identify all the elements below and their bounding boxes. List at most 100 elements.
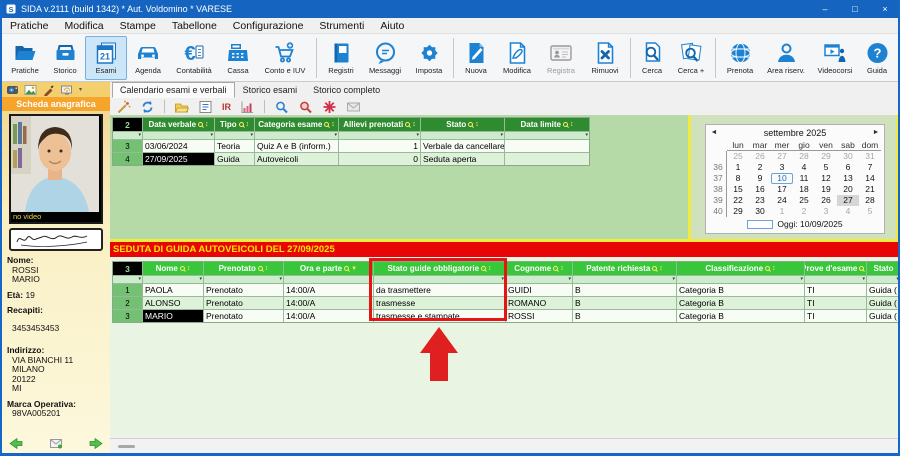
table-cell[interactable]: Teoria — [215, 140, 254, 152]
calendar-day[interactable]: 28 — [793, 151, 815, 162]
table-cell[interactable]: Categoria B — [677, 284, 804, 296]
table-cell[interactable]: 03/06/2024 — [143, 140, 214, 152]
calendar-day[interactable]: 22 — [727, 195, 749, 206]
row-number[interactable]: 4 — [113, 153, 142, 165]
table-cell[interactable]: Prenotato — [204, 284, 283, 296]
table-cell[interactable]: ROMANO — [506, 297, 572, 309]
calendar-day[interactable]: 4 — [793, 162, 815, 173]
calendar-day[interactable]: 9 — [749, 173, 771, 184]
calendar-day[interactable]: 27 — [771, 151, 793, 162]
calendar-day[interactable]: 20 — [837, 184, 859, 195]
toolbar-button-esami[interactable]: 21 Esami — [85, 36, 127, 80]
toolbar-button-modifica[interactable]: Modifica — [495, 36, 539, 80]
row-number[interactable]: 1 — [113, 284, 142, 296]
calendar-day[interactable]: 29 — [815, 151, 837, 162]
tab-storico-completo[interactable]: Storico completo — [305, 82, 388, 98]
table-cell[interactable]: Verbale da cancellare — [421, 140, 504, 152]
search-advanced-icon[interactable] — [298, 100, 313, 114]
table-cell[interactable]: B — [573, 310, 676, 322]
menu-configurazione[interactable]: Configurazione — [225, 20, 312, 32]
ir-report-icon[interactable]: IR — [222, 102, 231, 112]
column-header-classificazione[interactable]: Classificazione↕ — [677, 262, 804, 275]
calendar-day[interactable]: 17 — [771, 184, 793, 195]
calendar-day[interactable]: 5 — [815, 162, 837, 173]
table-cell[interactable]: Seduta aperta — [421, 153, 504, 165]
calendar-day[interactable]: 23 — [749, 195, 771, 206]
table-cell[interactable]: 14:00/A — [284, 297, 373, 309]
table-cell[interactable]: trasmesse e stampate — [374, 310, 505, 322]
row-number[interactable]: 3 — [113, 310, 142, 322]
toolbar-button-imposta[interactable]: Imposta — [408, 36, 450, 80]
filter-cell[interactable]: ▾ — [374, 276, 505, 283]
table-cell[interactable]: TI — [805, 284, 866, 296]
filter-cell[interactable]: ▾ — [805, 276, 866, 283]
table-cell[interactable]: da trasmettere — [374, 284, 505, 296]
toolbar-button-videocorsi[interactable]: Videocorsi — [811, 36, 859, 80]
table-cell[interactable]: B — [573, 284, 676, 296]
table-cell[interactable] — [505, 153, 589, 165]
signature-pen-icon[interactable] — [42, 84, 55, 96]
filter-cell[interactable]: ▾ — [677, 276, 804, 283]
table-cell[interactable]: Guida ( — [867, 284, 900, 296]
column-header-stato[interactable]: Stato↕ — [421, 118, 504, 131]
menu-stampe[interactable]: Stampe — [112, 20, 164, 32]
column-header-data-limite[interactable]: Data limite↕ — [505, 118, 589, 131]
calendar-day[interactable]: 6 — [837, 162, 859, 173]
column-header-allievi-prenotati[interactable]: Allievi prenotati↕ — [339, 118, 420, 131]
toolbar-button-area-riservata[interactable]: Area riserv. — [761, 36, 811, 80]
calendar-day[interactable]: 21 — [859, 184, 881, 195]
filter-cell[interactable]: ▾ — [204, 276, 283, 283]
filter-cell[interactable]: ▾ — [867, 276, 900, 283]
calendar-day[interactable]: 30 — [749, 206, 771, 217]
calendar-day[interactable]: 28 — [859, 195, 881, 206]
previous-month-arrow-icon[interactable]: ◄ — [708, 125, 720, 141]
selected-table-cell[interactable]: 27/09/2025 — [143, 153, 214, 165]
menu-aiuto[interactable]: Aiuto — [372, 20, 412, 32]
table-cell[interactable]: TI — [805, 297, 866, 309]
filter-cell[interactable]: ▾ — [143, 276, 203, 283]
filter-cell[interactable]: ▾ — [505, 132, 589, 139]
table-cell[interactable]: ALONSO — [143, 297, 203, 309]
table-cell[interactable]: trasmesse — [374, 297, 505, 309]
toolbar-button-guida[interactable]: ? Guida — [859, 36, 895, 80]
toolbar-button-contabilita[interactable]: € Contabilità — [169, 36, 219, 80]
calendar-day[interactable]: 3 — [771, 162, 793, 173]
statistics-chart-icon[interactable] — [240, 100, 255, 114]
filter-cell[interactable]: ▾ — [421, 132, 504, 139]
table-cell[interactable]: GUIDI — [506, 284, 572, 296]
table-cell[interactable]: Guida — [215, 153, 254, 165]
chevron-down-icon[interactable]: ▾ — [79, 86, 82, 93]
menu-tabellone[interactable]: Tabellone — [164, 20, 225, 32]
calendar-day[interactable]: 13 — [837, 173, 859, 184]
menu-strumenti[interactable]: Strumenti — [311, 20, 372, 32]
close-button[interactable]: × — [870, 0, 900, 18]
calendar-day[interactable]: 11 — [793, 173, 815, 184]
filter-cell[interactable]: ▾ — [113, 132, 142, 139]
calendar-day[interactable]: 29 — [727, 206, 749, 217]
filter-cell[interactable]: ▾ — [573, 276, 676, 283]
calendar-day[interactable]: 16 — [749, 184, 771, 195]
calendar-day[interactable]: 14 — [859, 173, 881, 184]
calendar-day[interactable]: 1 — [771, 206, 793, 217]
calendar-day-today[interactable]: 10 — [771, 173, 793, 184]
toolbar-button-nuova[interactable]: Nuova — [457, 36, 495, 80]
menu-pratiche[interactable]: Pratiche — [2, 20, 57, 32]
table-cell[interactable]: Prenotato — [204, 310, 283, 322]
calendar-day[interactable]: 7 — [859, 162, 881, 173]
table-cell[interactable]: Quiz A e B (inform.) — [255, 140, 338, 152]
calendar-day[interactable]: 5 — [859, 206, 881, 217]
filter-cell[interactable]: ▾ — [143, 132, 214, 139]
toolbar-button-prenota[interactable]: Prenota — [719, 36, 761, 80]
today-label[interactable]: Oggi: 10/09/2025 — [777, 219, 842, 229]
filter-cell[interactable]: ▾ — [113, 276, 142, 283]
open-folder-icon[interactable] — [174, 100, 189, 114]
column-header-data-verbale[interactable]: Data verbale↕ — [143, 118, 214, 131]
table-cell[interactable]: B — [573, 297, 676, 309]
filter-cell[interactable]: ▾ — [506, 276, 572, 283]
calendar-day[interactable]: 2 — [749, 162, 771, 173]
column-header-ora-e-parte[interactable]: Ora e parte▼ — [284, 262, 373, 275]
table-cell[interactable]: 0 — [339, 153, 420, 165]
filter-cell[interactable]: ▾ — [339, 132, 420, 139]
special-functions-icon[interactable] — [322, 100, 337, 114]
next-record-arrow-icon[interactable] — [89, 438, 103, 449]
